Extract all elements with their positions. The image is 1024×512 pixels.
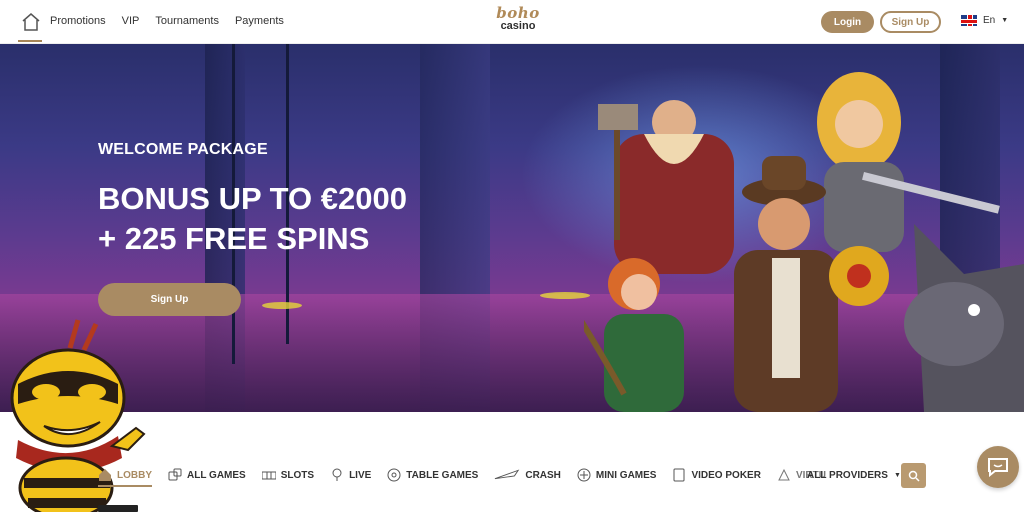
category-lobby[interactable]: LOBBY <box>98 460 152 490</box>
nav-vip[interactable]: VIP <box>122 14 140 28</box>
language-selector[interactable]: En ▼ <box>961 15 1008 26</box>
chevron-down-icon: ▼ <box>1001 17 1009 24</box>
game-category-bar: LOBBY ALL GAMES SLOTS LIVE TABLE GAMES C… <box>98 460 842 490</box>
hero-characters-illustration <box>584 72 1024 412</box>
hero-headline: BONUS UP TO €2000 + 225 FREE SPINS <box>98 179 407 259</box>
hero-headline-line1: BONUS UP TO €2000 <box>98 181 407 216</box>
playing-card-icon <box>673 468 685 482</box>
site-logo[interactable]: boho casino <box>488 6 548 38</box>
nav-promotions[interactable]: Promotions <box>50 14 106 28</box>
chevron-down-icon: ▼ <box>893 472 901 479</box>
search-icon <box>908 470 920 482</box>
hero-signup-button[interactable]: Sign Up <box>98 283 241 316</box>
home-icon <box>99 469 111 481</box>
header-signup-button[interactable]: Sign Up <box>880 11 941 33</box>
category-all-games[interactable]: ALL GAMES <box>168 460 246 490</box>
glowing-lily-pad <box>540 292 590 299</box>
category-label: MINI GAMES <box>595 469 657 481</box>
category-label: TABLE GAMES <box>406 469 479 481</box>
plane-icon <box>495 469 520 480</box>
chat-button[interactable] <box>977 446 1019 488</box>
live-dealer-icon <box>332 468 342 481</box>
category-label: VIDEO POKER <box>691 469 761 481</box>
category-table-games[interactable]: TABLE GAMES <box>387 460 478 490</box>
category-live[interactable]: LIVE <box>330 460 371 490</box>
hero-banner: WELCOME PACKAGE BONUS UP TO €2000 + 225 … <box>0 44 1024 412</box>
category-label: CRASH <box>525 469 561 481</box>
category-mini-games[interactable]: MINI GAMES <box>577 460 657 490</box>
glowing-lily-pad <box>262 302 302 309</box>
main-nav: Promotions VIP Tournaments Payments <box>50 14 300 28</box>
mini-games-icon <box>577 468 591 482</box>
nav-tournaments[interactable]: Tournaments <box>155 14 219 28</box>
hero-headline-line2: + 225 FREE SPINS <box>98 221 370 256</box>
virtual-sports-icon <box>778 468 790 481</box>
category-video-poker[interactable]: VIDEO POKER <box>672 460 761 490</box>
site-header: Promotions VIP Tournaments Payments boho… <box>0 0 1024 44</box>
logo-wordmark: boho <box>496 4 540 22</box>
nav-payments[interactable]: Payments <box>235 14 284 28</box>
search-button[interactable] <box>901 463 926 488</box>
home-active-indicator <box>18 40 42 42</box>
category-label: ALL GAMES <box>187 469 246 481</box>
uk-flag-icon <box>961 15 977 26</box>
providers-label: ALL PROVIDERS <box>807 470 888 481</box>
category-label: SLOTS <box>280 469 315 481</box>
home-icon[interactable] <box>20 12 42 32</box>
category-label: LOBBY <box>117 469 152 481</box>
hero-kicker: WELCOME PACKAGE <box>98 141 268 158</box>
language-label: En <box>983 15 996 26</box>
login-button[interactable]: Login <box>821 11 874 33</box>
category-label: LIVE <box>349 469 372 481</box>
providers-dropdown[interactable]: ALL PROVIDERS ▼ <box>807 470 901 481</box>
slot-machine-icon <box>261 471 276 480</box>
category-crash[interactable]: CRASH <box>494 460 561 490</box>
dice-icon <box>168 468 182 481</box>
roulette-icon <box>387 468 401 482</box>
category-slots[interactable]: SLOTS <box>261 460 315 490</box>
chat-icon <box>988 458 1008 477</box>
section-heading-partial <box>98 505 138 512</box>
